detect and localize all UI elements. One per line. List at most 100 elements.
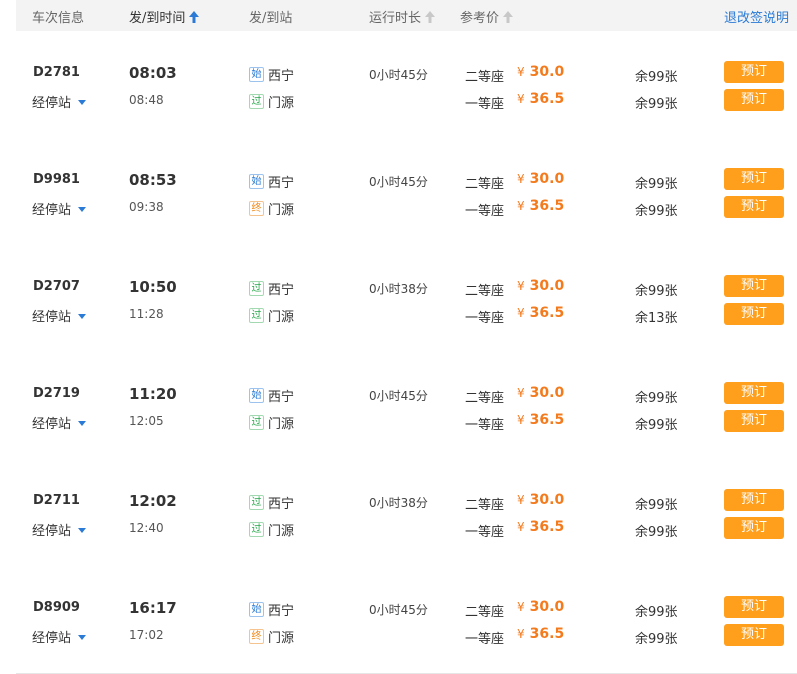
book-button-first[interactable]: 预订	[724, 89, 784, 111]
header-ref-price[interactable]: 参考价	[460, 7, 514, 26]
arrival-station: 过 门源	[249, 520, 294, 539]
price-value: 36.5	[529, 412, 565, 428]
station-tag-pass: 过	[249, 281, 264, 296]
price-second: ¥30.0	[517, 599, 564, 615]
refund-rules-link-label[interactable]: 退改签说明	[724, 7, 789, 26]
header-dep-arr-time[interactable]: 发/到时间	[129, 7, 200, 26]
train-number[interactable]: D2719	[33, 386, 80, 401]
train-number[interactable]: D2711	[33, 493, 80, 508]
header-duration[interactable]: 运行时长	[369, 7, 436, 26]
sort-icon[interactable]	[425, 10, 436, 23]
book-button-second[interactable]: 预订	[724, 489, 784, 511]
book-button-second[interactable]: 预订	[724, 275, 784, 297]
stops-label: 经停站	[32, 203, 72, 218]
departure-station-name: 西宁	[268, 604, 295, 619]
sort-icon[interactable]	[503, 10, 514, 23]
train-number[interactable]: D2781	[33, 65, 80, 80]
station-tag-start: 始	[249, 174, 264, 189]
header-train-info: 车次信息	[32, 7, 84, 26]
station-tag-end: 终	[249, 201, 264, 216]
remaining-tickets-second: 余99张	[635, 70, 678, 85]
arrival-station-name: 门源	[268, 417, 295, 432]
caret-down-icon[interactable]	[78, 528, 87, 533]
price-second: ¥30.0	[517, 492, 564, 508]
price-second: ¥30.0	[517, 278, 564, 294]
duration: 0小时45分	[369, 175, 428, 189]
stops-toggle[interactable]: 经停站	[32, 627, 87, 646]
price-second: ¥30.0	[517, 385, 564, 401]
price-value: 30.0	[529, 171, 565, 187]
train-number[interactable]: D2707	[33, 279, 80, 294]
caret-down-icon[interactable]	[78, 635, 87, 640]
price-value: 36.5	[529, 198, 565, 214]
stops-label: 经停站	[32, 96, 72, 111]
currency-symbol: ¥	[517, 65, 525, 79]
currency-symbol: ¥	[517, 520, 525, 534]
stops-toggle[interactable]: 经停站	[32, 199, 87, 218]
departure-station: 始 西宁	[249, 172, 294, 191]
departure-station: 始 西宁	[249, 65, 294, 84]
caret-down-icon[interactable]	[78, 207, 87, 212]
train-number[interactable]: D8909	[33, 600, 80, 615]
book-button-second[interactable]: 预订	[724, 168, 784, 190]
arrival-station: 终 门源	[249, 627, 294, 646]
departure-time: 16:17	[129, 599, 177, 617]
book-button-first[interactable]: 预订	[724, 303, 784, 325]
remaining-tickets-second: 余99张	[635, 177, 678, 192]
currency-symbol: ¥	[517, 92, 525, 106]
seat-class-first: 一等座	[465, 525, 505, 540]
stops-toggle[interactable]: 经停站	[32, 413, 87, 432]
stops-toggle[interactable]: 经停站	[32, 92, 87, 111]
seat-class-first: 一等座	[465, 632, 505, 647]
book-button-first[interactable]: 预订	[724, 624, 784, 646]
station-tag-start: 始	[249, 67, 264, 82]
book-button-first[interactable]: 预订	[724, 196, 784, 218]
station-tag-pass: 过	[249, 308, 264, 323]
remaining-tickets-first: 余99张	[635, 97, 678, 112]
book-button-second[interactable]: 预订	[724, 596, 784, 618]
seat-class-second: 二等座	[465, 284, 505, 299]
duration: 0小时38分	[369, 496, 428, 510]
stops-toggle[interactable]: 经停站	[32, 520, 87, 539]
departure-station: 过 西宁	[249, 279, 294, 298]
book-button-second[interactable]: 预订	[724, 382, 784, 404]
remaining-tickets-second: 余99张	[635, 284, 678, 299]
stops-label: 经停站	[32, 631, 72, 646]
price-first: ¥36.5	[517, 412, 564, 428]
sort-ascending-icon[interactable]	[189, 10, 200, 23]
price-value: 30.0	[529, 64, 565, 80]
caret-down-icon[interactable]	[78, 421, 87, 426]
station-tag-start: 始	[249, 388, 264, 403]
station-tag-pass: 过	[249, 415, 264, 430]
stops-label: 经停站	[32, 417, 72, 432]
remaining-tickets-second: 余99张	[635, 498, 678, 513]
arrival-station-name: 门源	[268, 96, 295, 111]
header-dep-arr-station-label: 发/到站	[249, 11, 293, 26]
station-tag-pass: 过	[249, 495, 264, 510]
book-button-first[interactable]: 预订	[724, 517, 784, 539]
table-header: 车次信息 发/到时间 发/到站 运行时长 参考价 退改签说明	[16, 0, 797, 31]
refund-rules-link[interactable]: 退改签说明	[724, 7, 789, 26]
price-value: 30.0	[529, 599, 565, 615]
price-second: ¥30.0	[517, 171, 564, 187]
caret-down-icon[interactable]	[78, 100, 87, 105]
arrival-station: 过 门源	[249, 92, 294, 111]
arrival-station: 过 门源	[249, 413, 294, 432]
book-button-first[interactable]: 预订	[724, 410, 784, 432]
seat-class-second: 二等座	[465, 605, 505, 620]
price-second: ¥30.0	[517, 64, 564, 80]
caret-down-icon[interactable]	[78, 314, 87, 319]
stops-toggle[interactable]: 经停站	[32, 306, 87, 325]
train-number[interactable]: D9981	[33, 172, 80, 187]
train-row: D2707 经停站 10:50 11:28 过 西宁 过 门源 0小时38分 二…	[16, 245, 797, 353]
arrival-time: 12:40	[129, 521, 164, 535]
seat-class-first: 一等座	[465, 204, 505, 219]
departure-time: 08:03	[129, 64, 177, 82]
book-button-second[interactable]: 预订	[724, 61, 784, 83]
seat-class-first: 一等座	[465, 418, 505, 433]
duration: 0小时45分	[369, 389, 428, 403]
arrival-time: 17:02	[129, 628, 164, 642]
train-row: D2781 经停站 08:03 08:48 始 西宁 过 门源 0小时45分 二…	[16, 31, 797, 139]
duration: 0小时45分	[369, 603, 428, 617]
departure-time: 12:02	[129, 492, 177, 510]
